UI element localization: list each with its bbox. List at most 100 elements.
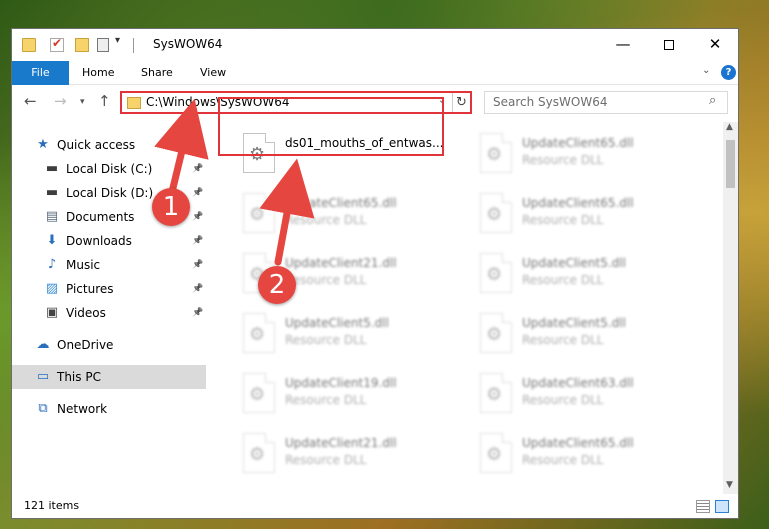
search-icon[interactable]: ⌕ [709,93,716,108]
gear-icon: ⚙ [486,384,503,405]
dll-file-icon: ⚙ [243,373,275,413]
music-icon: ♪ [47,257,57,272]
callout-2: 2 [258,266,296,304]
file-type: Resource DLL [285,393,367,407]
file-name: UpdateClient19.dll [285,376,397,390]
cloud-icon: ☁ [36,337,50,352]
videos-icon: ▣ [45,305,59,320]
dll-file-icon: ⚙ [480,253,512,293]
pin-icon[interactable]: 📌 [192,181,203,205]
sidebar-item[interactable]: ▣ Videos 📌 [12,301,206,325]
pin-icon[interactable]: 📌 [192,253,203,277]
gear-icon: ⚙ [249,204,266,225]
pin-icon[interactable]: 📌 [192,277,203,301]
sidebar-item[interactable]: ♪ Music 📌 [12,253,206,277]
file-list: ⚙ ds01_mouths_of_entwas... ⚙ UpdateClient65… [207,122,723,494]
pin-icon[interactable]: 📌 [192,301,203,325]
pin-icon[interactable]: 📌 [192,157,203,181]
up-button[interactable]: ↑ [98,92,111,110]
download-icon: ⬇ [46,233,58,248]
file-type: Resource DLL [522,153,604,167]
recent-locations-chevron-icon[interactable]: ▾ [80,97,85,107]
gear-icon: ⚙ [486,204,503,225]
scroll-down-icon[interactable]: ▼ [726,480,733,490]
sidebar-item[interactable]: ▬ Local Disk (C:) 📌 [12,157,206,181]
pin-icon[interactable]: 📌 [192,205,203,229]
dll-file-icon: ⚙ [480,433,512,473]
file-name: UpdateClient5.dll [522,256,626,270]
tab-view[interactable]: View [200,61,226,85]
file-item[interactable]: ⚙ UpdateClient5.dll Resource DLL [472,248,702,302]
file-type: Resource DLL [285,453,367,467]
file-highlight-box [218,97,444,156]
callout-1: 1 [152,188,190,226]
rename-icon[interactable] [97,38,109,52]
gear-icon: ⚙ [486,324,503,345]
large-icons-view-icon[interactable] [715,500,729,513]
item-count: 121 items [24,499,80,512]
tab-share[interactable]: Share [141,61,173,85]
pictures-icon: ▨ [45,281,59,296]
ribbon-tabs: File Home Share View ⌄ ? [12,61,738,85]
help-icon[interactable]: ? [721,65,736,80]
customize-quick-access-chevron-icon[interactable]: ▾ [115,35,120,46]
dll-file-icon: ⚙ [480,373,512,413]
vertical-scrollbar[interactable]: ▲ ▼ [723,122,738,494]
sidebar-item[interactable]: ⧉ Network [12,397,206,421]
close-button[interactable]: ✕ [692,29,738,61]
gear-icon: ⚙ [486,264,503,285]
sidebar-item-label: Videos [66,306,106,320]
file-item[interactable]: ⚙ UpdateClient19.dll Resource DLL [235,368,465,422]
file-item[interactable]: ⚙ UpdateClient65.dll Resource DLL [472,128,702,182]
sidebar-item[interactable]: ☁ OneDrive [12,333,206,357]
folder-icon[interactable] [22,38,36,52]
file-item[interactable]: ⚙ UpdateClient5.dll Resource DLL [472,308,702,362]
file-item[interactable]: ⚙ UpdateClient21.dll Resource DLL [235,428,465,482]
file-item[interactable]: ⚙ UpdateClient63.dll Resource DLL [472,368,702,422]
scroll-up-icon[interactable]: ▲ [726,122,733,132]
expand-ribbon-chevron-icon[interactable]: ⌄ [702,65,710,76]
gear-icon: ⚙ [486,444,503,465]
file-name: UpdateClient65.dll [522,436,634,450]
maximize-icon [664,40,674,50]
scroll-thumb[interactable] [726,140,735,188]
window-title: SysWOW64 [153,37,223,51]
maximize-button[interactable] [646,29,692,61]
file-name: UpdateClient5.dll [522,316,626,330]
dll-file-icon: ⚙ [480,193,512,233]
file-item[interactable]: ⚙ UpdateClient65.dll Resource DLL [472,428,702,482]
file-name: UpdateClient63.dll [522,376,634,390]
file-item[interactable]: ⚙ UpdateClient5.dll Resource DLL [235,308,465,362]
file-type: Resource DLL [285,273,367,287]
sidebar-item[interactable]: ▨ Pictures 📌 [12,277,206,301]
file-item[interactable]: ⚙ UpdateClient65.dll Resource DLL [472,188,702,242]
pin-icon[interactable]: 📌 [192,229,203,253]
file-name: UpdateClient65.dll [285,196,397,210]
file-type: Resource DLL [285,213,367,227]
folder-icon [127,97,141,109]
status-bar: 121 items [12,495,738,518]
refresh-button[interactable]: ↻ [452,93,470,112]
tab-file[interactable]: File [12,61,69,85]
back-button[interactable]: ← [24,92,37,110]
sidebar-item[interactable]: ⬇ Downloads 📌 [12,229,206,253]
file-item[interactable]: ⚙ UpdateClient65.dll Resource DLL [235,188,465,242]
file-name: UpdateClient65.dll [522,196,634,210]
forward-button[interactable]: → [54,92,67,110]
details-view-icon[interactable] [696,500,710,513]
sidebar-item[interactable]: ▭ This PC [12,365,206,389]
search-box[interactable]: ⌕ [484,91,728,114]
file-name: UpdateClient21.dll [285,436,397,450]
new-folder-icon[interactable] [75,38,89,52]
minimize-button[interactable]: — [600,29,646,61]
properties-check-icon[interactable] [50,36,64,52]
dll-file-icon: ⚙ [480,313,512,353]
sidebar-item[interactable]: ★ Quick access [12,133,206,157]
file-type: Resource DLL [522,273,604,287]
search-input[interactable] [493,95,703,109]
sidebar-item-label: Documents [66,210,135,224]
minimize-icon: — [615,35,631,53]
sidebar-item-label: This PC [57,370,101,384]
tab-home[interactable]: Home [82,61,114,85]
computer-icon: ▭ [36,369,50,384]
